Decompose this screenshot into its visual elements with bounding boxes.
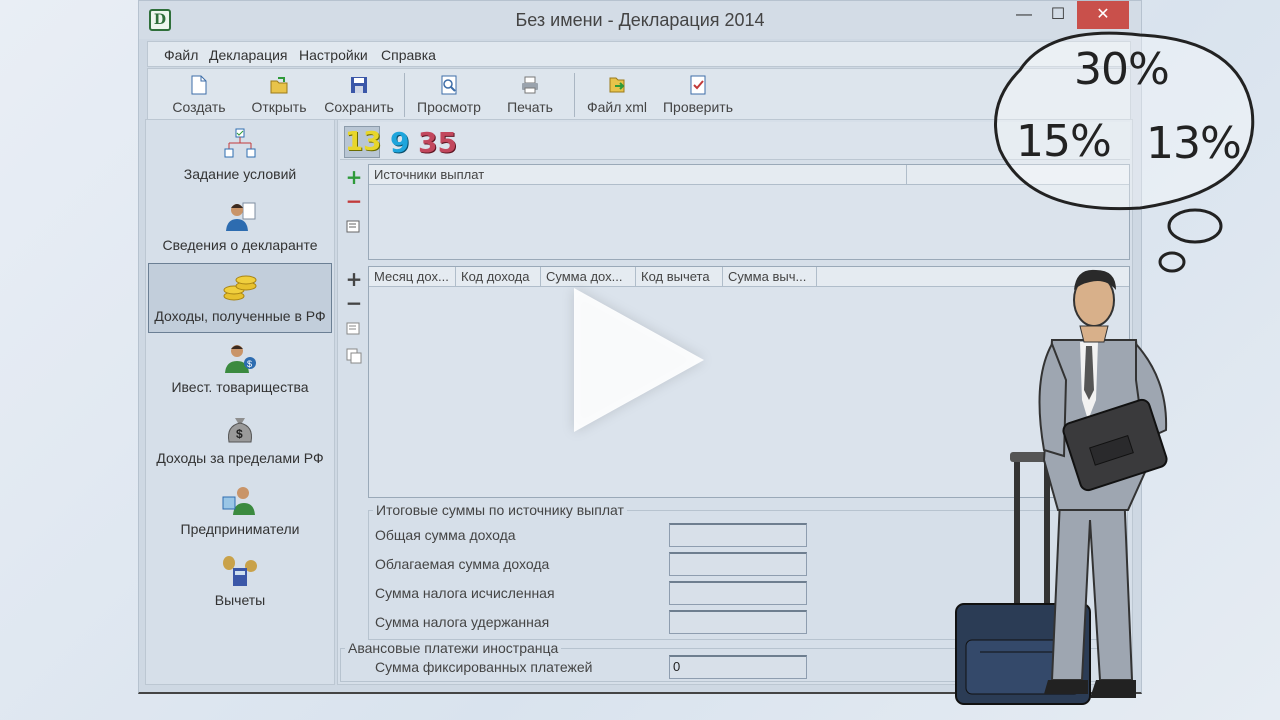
sidebar-item-label: Предприниматели <box>180 521 300 537</box>
sidebar-item-invest-partnerships[interactable]: $ Ивест. товарищества <box>148 335 332 405</box>
sidebar: Задание условий Сведения о декларанте До… <box>145 119 335 685</box>
svg-text:$: $ <box>247 359 252 369</box>
sidebar-item-label: Сведения о декларанте <box>162 237 318 253</box>
rate-15-text: 15% <box>1016 116 1112 167</box>
copy-icon[interactable] <box>344 348 364 368</box>
open-button[interactable]: Открыть <box>246 71 312 119</box>
toolbar-separator <box>574 73 575 117</box>
open-folder-icon <box>270 77 288 94</box>
print-label: Печать <box>507 99 553 115</box>
investor-icon: $ <box>225 345 256 373</box>
play-video-icon[interactable] <box>574 288 704 432</box>
add-icon[interactable]: + <box>344 167 364 188</box>
check-label: Проверить <box>662 99 733 115</box>
print-button[interactable]: Печать <box>498 71 562 119</box>
sidebar-item-declarant[interactable]: Сведения о декларанте <box>148 193 332 263</box>
fixed-payments-field[interactable]: 0 <box>669 655 807 679</box>
column-header-income-code[interactable]: Код дохода <box>456 267 541 287</box>
column-header-deduction-sum[interactable]: Сумма выч... <box>723 267 817 287</box>
svg-text:$: $ <box>236 427 243 441</box>
sidebar-item-label: Доходы, полученные в РФ <box>154 308 326 324</box>
tax-withheld-field[interactable] <box>669 610 807 634</box>
sidebar-item-deductions[interactable]: Вычеты <box>148 548 332 618</box>
column-header-income-sum[interactable]: Сумма дох... <box>541 267 636 287</box>
create-button[interactable]: Создать <box>166 71 232 119</box>
preview-label: Просмотр <box>417 99 481 115</box>
deductions-icon <box>223 556 257 586</box>
rate-13-text: 13% <box>1146 118 1242 169</box>
tax-withheld-label: Сумма налога удержанная <box>375 614 550 630</box>
menu-help[interactable]: Справка <box>381 47 436 63</box>
remove-icon[interactable]: − <box>344 191 364 212</box>
preview-icon <box>441 75 457 95</box>
entrepreneurs-icon <box>222 487 255 515</box>
businessman-illustration <box>955 269 1168 705</box>
minimize-button[interactable]: — <box>1007 1 1041 29</box>
edit-icon[interactable] <box>344 320 364 340</box>
rate-30-text: 30% <box>1074 44 1170 95</box>
toolbar: Создать Открыть Сохранить Просмотр Печат… <box>147 68 1131 120</box>
xml-file-label: Файл xml <box>586 99 648 115</box>
sidebar-item-label: Вычеты <box>214 592 266 608</box>
sidebar-item-entrepreneurs[interactable]: Предприниматели <box>148 477 332 547</box>
total-income-label: Общая сумма дохода <box>375 527 516 543</box>
coins-icon <box>223 275 257 301</box>
thought-bubble: 30% 15% 13% <box>990 30 1260 273</box>
check-button[interactable]: Проверить <box>660 71 736 119</box>
check-document-icon <box>690 75 706 95</box>
column-header-sources[interactable]: Источники выплат <box>369 165 907 185</box>
open-label: Открыть <box>251 99 307 115</box>
new-document-icon <box>191 75 207 95</box>
column-header-month[interactable]: Месяц дох... <box>369 267 456 287</box>
sidebar-item-label: Ивест. товарищества <box>171 379 309 395</box>
remove-icon[interactable]: − <box>344 293 364 314</box>
save-label: Сохранить <box>324 99 394 115</box>
taxable-income-label: Облагаемая сумма дохода <box>375 556 550 572</box>
window-title: Без имени - Декларация 2014 <box>515 10 765 30</box>
money-bag-icon: $ <box>228 418 252 443</box>
maximize-button[interactable]: ☐ <box>1041 1 1075 29</box>
sidebar-item-label: Задание условий <box>183 166 297 182</box>
menu-declaration[interactable]: Декларация <box>209 47 288 63</box>
totals-title: Итоговые суммы по источнику выплат <box>373 502 627 518</box>
toolbar-separator <box>404 73 405 117</box>
save-disk-icon <box>351 77 367 93</box>
fixed-payments-label: Сумма фиксированных платежей <box>375 659 593 675</box>
menu-bar: Файл Декларация Настройки Справка <box>147 41 1131 67</box>
sidebar-item-conditions[interactable]: Задание условий <box>148 122 332 192</box>
xml-file-button[interactable]: Файл xml <box>582 71 652 119</box>
sidebar-item-foreign-income[interactable]: $ Доходы за пределами РФ <box>148 406 332 476</box>
column-header-deduction-code[interactable]: Код вычета <box>636 267 723 287</box>
rate-13-tab[interactable]: 13 <box>344 126 381 158</box>
add-icon[interactable]: + <box>344 269 364 290</box>
person-document-icon <box>226 202 256 231</box>
sidebar-item-label: Доходы за пределами РФ <box>156 450 324 466</box>
rate-35-tab[interactable]: 35 <box>418 126 457 159</box>
close-button[interactable]: ✕ <box>1077 1 1129 29</box>
preview-button[interactable]: Просмотр <box>412 71 486 119</box>
rate-9-tab[interactable]: 9 <box>390 126 409 159</box>
save-button[interactable]: Сохранить <box>320 71 398 119</box>
create-label: Создать <box>172 99 226 115</box>
taxable-income-field[interactable] <box>669 552 807 576</box>
tax-calculated-label: Сумма налога исчисленная <box>375 585 555 601</box>
menu-file[interactable]: Файл <box>164 47 198 63</box>
tax-calculated-field[interactable] <box>669 581 807 605</box>
sidebar-item-income-rf[interactable]: Доходы, полученные в РФ <box>148 263 332 333</box>
total-income-field[interactable] <box>669 523 807 547</box>
hierarchy-icon <box>224 128 256 158</box>
printer-icon <box>522 76 538 94</box>
edit-icon[interactable] <box>344 218 364 238</box>
xml-export-icon <box>609 77 625 93</box>
advance-title: Авансовые платежи иностранца <box>345 640 562 656</box>
menu-settings[interactable]: Настройки <box>299 47 368 63</box>
